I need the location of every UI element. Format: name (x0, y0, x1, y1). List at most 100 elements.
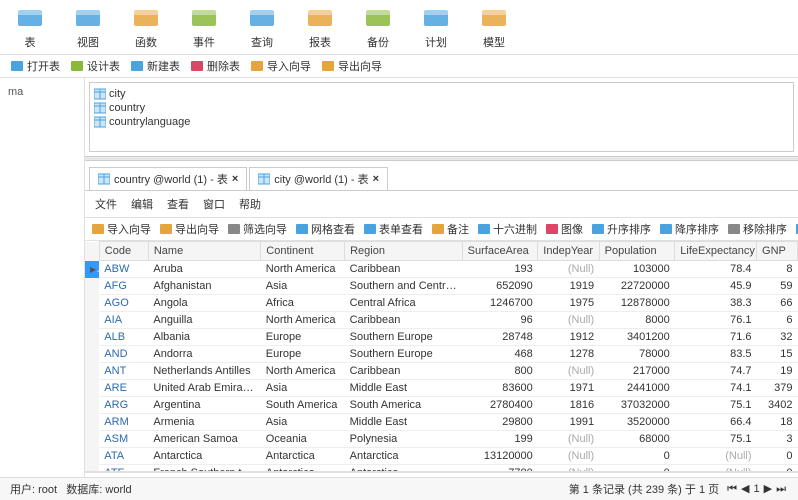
cell[interactable]: 29800 (462, 414, 538, 431)
ribbon-query[interactable]: 查询 (242, 4, 282, 52)
cell[interactable]: North America (261, 363, 345, 380)
cell[interactable]: 66.4 (675, 414, 757, 431)
cell[interactable]: Asia (261, 380, 345, 397)
cell[interactable]: 199 (462, 431, 538, 448)
cell[interactable]: 3401200 (599, 329, 675, 346)
pager-btn[interactable]: ⏮ (727, 483, 737, 495)
cell[interactable]: Aruba (148, 261, 260, 278)
cell[interactable]: 0 (757, 448, 798, 465)
cell[interactable]: 32 (757, 329, 798, 346)
tt-unsort[interactable]: 移除排序 (727, 221, 787, 237)
cell[interactable]: AIA (99, 312, 148, 329)
cell[interactable]: 1919 (538, 278, 599, 295)
ribbon-table[interactable]: 表 (10, 4, 50, 52)
col-LifeExpectancy[interactable]: LifeExpectancy (675, 242, 757, 261)
cell[interactable]: Africa (261, 295, 345, 312)
cell[interactable]: 68000 (599, 431, 675, 448)
ribbon-event[interactable]: 事件 (184, 4, 224, 52)
cell[interactable]: AND (99, 346, 148, 363)
cell[interactable]: 37032000 (599, 397, 675, 414)
pager-btn[interactable]: 1 (754, 483, 760, 495)
tt-asc[interactable]: 升序排序 (591, 221, 651, 237)
cell[interactable]: 0 (599, 465, 675, 473)
cell[interactable]: 74.7 (675, 363, 757, 380)
cell[interactable]: 7780 (462, 465, 538, 473)
tt-grid[interactable]: 网格查看 (295, 221, 355, 237)
cell[interactable]: 1278 (538, 346, 599, 363)
open-table[interactable]: 打开表 (10, 58, 60, 74)
cell[interactable]: Central Africa (345, 295, 463, 312)
cell[interactable]: ATF (99, 465, 148, 473)
cell[interactable]: 78000 (599, 346, 675, 363)
cell[interactable]: 19 (757, 363, 798, 380)
cell[interactable]: Antarctica (261, 448, 345, 465)
cell[interactable]: 8000 (599, 312, 675, 329)
cell[interactable]: 800 (462, 363, 538, 380)
table-row[interactable]: ASMAmerican SamoaOceaniaPolynesia199(Nul… (85, 431, 798, 448)
cell[interactable]: 74.1 (675, 380, 757, 397)
table-row[interactable]: ATFFrench Southern territoriesAntarctica… (85, 465, 798, 473)
cell[interactable]: (Null) (538, 261, 599, 278)
cell[interactable]: South America (261, 397, 345, 414)
pager-btn[interactable]: ◀ (741, 483, 749, 495)
cell[interactable]: Antarctica (261, 465, 345, 473)
tab-city-close[interactable]: × (373, 173, 379, 185)
table-row[interactable]: ARGArgentinaSouth AmericaSouth America27… (85, 397, 798, 414)
cell[interactable]: ABW (99, 261, 148, 278)
import-wizard[interactable]: 导入向导 (250, 58, 311, 74)
cell[interactable]: 45.9 (675, 278, 757, 295)
cell[interactable]: 22720000 (599, 278, 675, 295)
cell[interactable]: 103000 (599, 261, 675, 278)
cell[interactable]: 8 (757, 261, 798, 278)
data-grid[interactable]: CodeNameContinentRegionSurfaceAreaIndepY… (85, 241, 798, 472)
cell[interactable]: Middle East (345, 414, 463, 431)
cell[interactable]: Angola (148, 295, 260, 312)
ribbon-model[interactable]: 模型 (474, 4, 514, 52)
cell[interactable]: Southern and Central Asia (345, 278, 463, 295)
tt-import[interactable]: 导入向导 (91, 221, 151, 237)
col-SurfaceArea[interactable]: SurfaceArea (462, 242, 538, 261)
cell[interactable]: 3402 (757, 397, 798, 414)
ribbon-schedule[interactable]: 计划 (416, 4, 456, 52)
pager-btn[interactable]: ⏭ (776, 483, 786, 495)
tt-hex[interactable]: 十六进制 (477, 221, 537, 237)
cell[interactable]: 193 (462, 261, 538, 278)
cell[interactable]: (Null) (675, 465, 757, 473)
cell[interactable]: 468 (462, 346, 538, 363)
tt-filter[interactable]: 筛选向导 (227, 221, 287, 237)
cell[interactable]: Southern Europe (345, 329, 463, 346)
cell[interactable]: 75.1 (675, 397, 757, 414)
cell[interactable]: 0 (599, 448, 675, 465)
col-Name[interactable]: Name (148, 242, 260, 261)
menu-文件[interactable]: 文件 (95, 196, 117, 212)
cell[interactable]: 28748 (462, 329, 538, 346)
cell[interactable]: Polynesia (345, 431, 463, 448)
cell[interactable]: 59 (757, 278, 798, 295)
cell[interactable]: Antarctica (345, 448, 463, 465)
table-item-country[interactable]: country (94, 101, 789, 115)
cell[interactable]: Armenia (148, 414, 260, 431)
cell[interactable]: North America (261, 312, 345, 329)
cell[interactable]: ARM (99, 414, 148, 431)
table-row[interactable]: ATAAntarcticaAntarcticaAntarctica1312000… (85, 448, 798, 465)
cell[interactable]: 75.1 (675, 431, 757, 448)
cell[interactable]: ATA (99, 448, 148, 465)
cell[interactable]: 76.1 (675, 312, 757, 329)
cell[interactable]: ARG (99, 397, 148, 414)
table-row[interactable]: ABWArubaNorth AmericaCaribbean193(Null)1… (85, 261, 798, 278)
export-wizard[interactable]: 导出向导 (321, 58, 382, 74)
cell[interactable]: Caribbean (345, 312, 463, 329)
table-row[interactable]: ALBAlbaniaEuropeSouthern Europe287481912… (85, 329, 798, 346)
cell[interactable]: AFG (99, 278, 148, 295)
ribbon-function[interactable]: 函数 (126, 4, 166, 52)
col-Code[interactable]: Code (99, 242, 148, 261)
table-row[interactable]: ANDAndorraEuropeSouthern Europe468127878… (85, 346, 798, 363)
tt-export[interactable]: 导出向导 (159, 221, 219, 237)
cell[interactable]: Albania (148, 329, 260, 346)
cell[interactable]: 66 (757, 295, 798, 312)
cell[interactable]: 1816 (538, 397, 599, 414)
cell[interactable]: 18 (757, 414, 798, 431)
ribbon-report[interactable]: 报表 (300, 4, 340, 52)
menu-窗口[interactable]: 窗口 (203, 196, 225, 212)
cell[interactable]: Antarctica (148, 448, 260, 465)
